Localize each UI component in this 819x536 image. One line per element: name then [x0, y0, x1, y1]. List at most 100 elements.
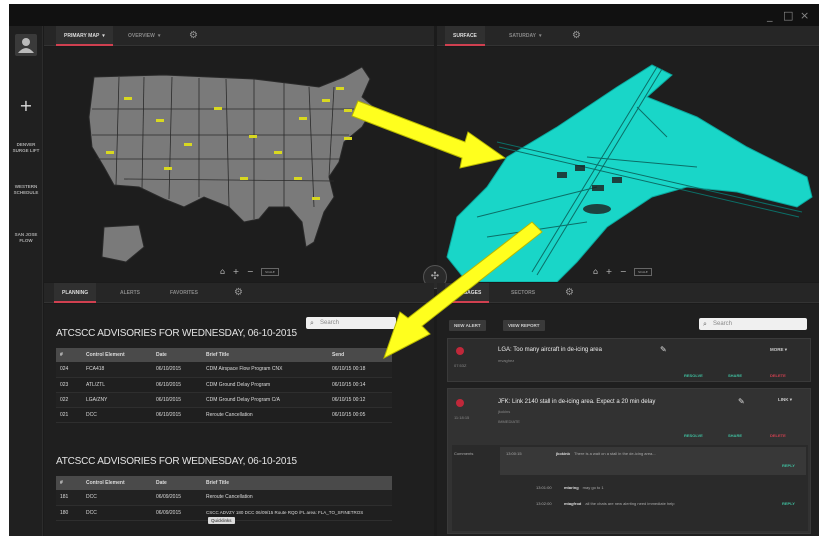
table-row[interactable]: 023 ATL/ZTL 06/10/2015 CDM Ground Delay …: [56, 377, 392, 393]
delete-button[interactable]: DELETE: [770, 373, 786, 378]
delete-button[interactable]: DELETE: [770, 433, 786, 438]
share-button[interactable]: SHARE: [728, 373, 742, 378]
advisories-pane: ⌕ Search ATCSCC ADVISORIES FOR WEDNESDAY,…: [44, 304, 434, 536]
col-date[interactable]: Date: [152, 348, 202, 362]
comment-user: mtagfrod: [564, 501, 582, 506]
zoom-out-icon[interactable]: −: [247, 267, 254, 276]
home-icon[interactable]: ⌂: [593, 267, 598, 276]
comment-row: 13:00:15 jkokinb There is a wait on a sta…: [500, 447, 806, 475]
alert-time: 11:18:15: [454, 415, 470, 420]
advisories-search-input[interactable]: ⌕ Search: [306, 317, 396, 329]
tab-primary-map[interactable]: PRIMARY MAP ▾: [56, 26, 113, 46]
col-brief-title[interactable]: Brief Title: [202, 476, 392, 490]
cell: 06/09/2015: [152, 490, 202, 506]
alert-pin-icon: [456, 399, 464, 407]
cell: CDM Ground Delay Program C/A: [202, 392, 328, 408]
table-row[interactable]: 181 DCC 06/09/2015 Reroute Cancellation: [56, 490, 392, 506]
gear-icon[interactable]: ⚙: [572, 30, 581, 41]
cell: LGA/ZNY: [82, 392, 152, 408]
comment-body: jkokinb There is a wait on a stall in the…: [556, 451, 656, 456]
cell: 180: [56, 505, 82, 521]
window-titlebar: _ □ ×: [9, 4, 819, 26]
table-row[interactable]: 024 FCA418 06/10/2015 CDM Airspace Flow …: [56, 362, 392, 378]
alert-status: IMMEDIATE: [498, 419, 520, 424]
us-map-toolbar: ⌂ + − SCALE: [220, 267, 284, 279]
cell: 06/10/15 00:18: [328, 362, 392, 378]
rail-item-denver[interactable]: DENVER SURGE LIFT: [9, 142, 43, 154]
cell: Reroute Cancellation: [202, 490, 392, 506]
col-control-element[interactable]: Control Element: [82, 476, 152, 490]
rail-item-san-jose[interactable]: SAN JOSE FLOW: [9, 232, 43, 244]
col-brief-title[interactable]: Brief Title: [202, 348, 328, 362]
cell: Reroute Cancellation: [202, 407, 328, 423]
tab-alerts[interactable]: ALERTS: [112, 283, 148, 303]
col-date[interactable]: Date: [152, 476, 202, 490]
tab-saturday[interactable]: SATURDAY ▾: [501, 26, 549, 46]
airport-surface-map: [446, 64, 813, 283]
tab-sectors[interactable]: SECTORS: [503, 283, 543, 303]
cell: 06/10/15 00:14: [328, 377, 392, 393]
reply-button[interactable]: REPLY: [782, 463, 795, 468]
cell: CDM Ground Delay Program: [202, 377, 328, 393]
comment-time: 13:02:00: [536, 501, 552, 506]
col-control-element[interactable]: Control Element: [82, 348, 152, 362]
new-alert-button[interactable]: NEW ALERT: [449, 320, 486, 331]
comment-text: all the chats are new alerting need imme…: [585, 501, 675, 506]
alert-more-dropdown[interactable]: MORE ▾: [770, 347, 787, 353]
us-map-pane[interactable]: ⌂ + − SCALE: [44, 47, 434, 282]
messages-search-input[interactable]: ⌕ Search: [699, 318, 807, 330]
zoom-in-icon[interactable]: +: [606, 267, 613, 276]
maximize-icon[interactable]: □: [783, 9, 793, 22]
advisories-title-2: ATCSCC ADVISORIES FOR WEDNESDAY, 06-10-2…: [56, 456, 297, 467]
add-icon[interactable]: +: [17, 96, 35, 115]
alert-author: jkokins: [498, 409, 511, 414]
surface-tabbar: SURFACE SATURDAY ▾ ⚙: [437, 26, 819, 46]
cell: FCA418: [82, 362, 152, 378]
comments-label: Comments: [454, 451, 474, 456]
search-icon: ⌕: [703, 320, 707, 328]
edit-icon[interactable]: ✎: [660, 345, 667, 354]
cell: 06/10/15 00:05: [328, 407, 392, 423]
cell: DCC: [82, 407, 152, 423]
comment-body: mtaring may go to 1: [564, 485, 604, 490]
gear-icon[interactable]: ⚙: [565, 287, 574, 298]
tab-favorites[interactable]: FAVORITES: [162, 283, 206, 303]
table-row[interactable]: 021 DCC 06/10/2015 Reroute Cancellation …: [56, 407, 392, 423]
reply-button[interactable]: REPLY: [782, 501, 795, 506]
airport-surface-pane[interactable]: ⌂ + − SCALE: [437, 47, 819, 283]
zoom-in-icon[interactable]: +: [233, 267, 240, 276]
close-icon[interactable]: ×: [800, 9, 809, 22]
alert-link-dropdown[interactable]: LINK ▾: [778, 397, 792, 403]
zoom-out-icon[interactable]: −: [620, 267, 627, 276]
home-icon[interactable]: ⌂: [220, 267, 225, 276]
left-rail: + DENVER SURGE LIFT WESTERN SCHEDULE SAN…: [9, 26, 43, 536]
resolve-button[interactable]: RESOLVE: [684, 433, 703, 438]
cell: 06/09/2015: [152, 505, 202, 521]
gear-icon[interactable]: ⚙: [234, 287, 243, 298]
col-number[interactable]: #: [56, 348, 82, 362]
cell: 023: [56, 377, 82, 393]
cell: 06/10/2015: [152, 362, 202, 378]
view-report-button[interactable]: VIEW REPORT: [503, 320, 545, 331]
minimize-icon[interactable]: _: [767, 9, 773, 22]
share-button[interactable]: SHARE: [728, 433, 742, 438]
tab-overview[interactable]: OVERVIEW ▾: [120, 26, 168, 46]
primary-map-tabbar: PRIMARY MAP ▾ OVERVIEW ▾ ⚙: [44, 26, 434, 46]
resolve-button[interactable]: RESOLVE: [684, 373, 703, 378]
gear-icon[interactable]: ⚙: [189, 30, 198, 41]
us-map: [88, 66, 375, 263]
tab-planning[interactable]: PLANNING: [54, 283, 97, 303]
alert-card[interactable]: 11:18:15 JFK: Link 2140 stall in de-icin…: [447, 388, 811, 534]
edit-icon[interactable]: ✎: [738, 397, 745, 406]
col-send[interactable]: Send: [328, 348, 392, 362]
alert-card[interactable]: 07:53Z LGA: Too many aircraft in de-icin…: [447, 338, 811, 382]
tab-surface[interactable]: SURFACE: [445, 26, 485, 46]
rail-item-western[interactable]: WESTERN SCHEDULE: [9, 184, 43, 196]
table-row[interactable]: 022 LGA/ZNY 06/10/2015 CDM Ground Delay …: [56, 392, 392, 408]
screenshot: _ □ × + DENVER SURGE LIFT WESTERN SCHEDU…: [0, 0, 819, 536]
comment-user: mtaring: [564, 485, 579, 490]
tab-messages[interactable]: MESSAGES: [445, 283, 490, 303]
user-icon[interactable]: [15, 34, 37, 56]
surface-map-toolbar: ⌂ + − SCALE: [593, 267, 657, 279]
col-number[interactable]: #: [56, 476, 82, 490]
